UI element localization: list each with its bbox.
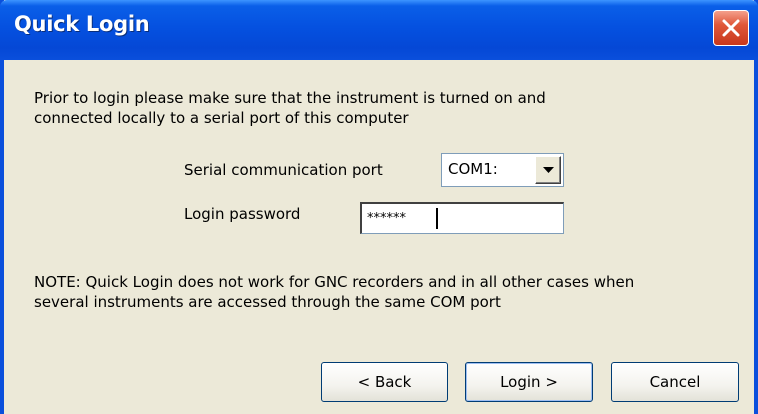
serial-port-label: Serial communication port: [184, 161, 383, 179]
login-button[interactable]: Login >: [465, 362, 593, 402]
password-field[interactable]: [360, 202, 564, 234]
back-button[interactable]: < Back: [321, 362, 448, 402]
password-label: Login password: [184, 205, 301, 223]
quick-login-dialog: Quick Login Prior to login please make s…: [0, 0, 758, 414]
note-text-line-1: NOTE: Quick Login does not work for GNC …: [34, 273, 635, 291]
chevron-down-icon: [543, 167, 554, 173]
serial-port-dropdown-button[interactable]: [535, 156, 561, 184]
serial-port-value: COM1:: [448, 160, 498, 178]
cancel-button[interactable]: Cancel: [611, 362, 739, 402]
close-button[interactable]: [713, 10, 749, 46]
text-caret: [436, 208, 438, 229]
window-title: Quick Login: [14, 12, 150, 36]
close-icon: [722, 19, 740, 37]
note-text-line-2: several instruments are accessed through…: [34, 293, 501, 311]
intro-text-line-2: connected locally to a serial port of th…: [34, 109, 409, 127]
dialog-body: Prior to login please make sure that the…: [4, 60, 754, 414]
title-bar[interactable]: Quick Login: [0, 0, 758, 60]
intro-text-line-1: Prior to login please make sure that the…: [34, 89, 546, 107]
serial-port-select[interactable]: COM1:: [441, 153, 564, 187]
